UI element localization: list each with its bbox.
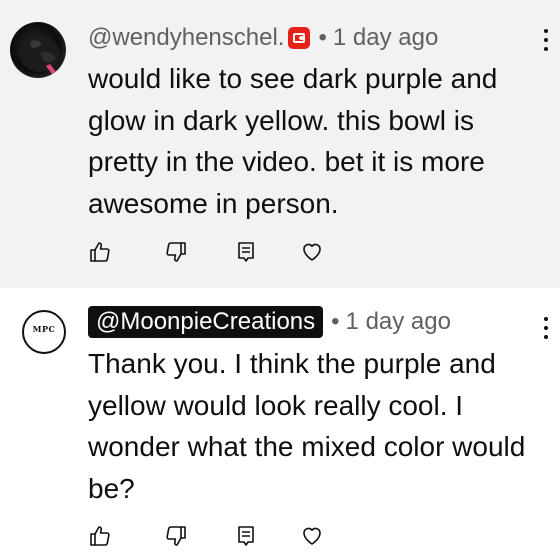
comment-header: @wendyhenschel. • 1 day ago xyxy=(88,18,438,58)
heart-icon[interactable] xyxy=(300,240,324,264)
reply-icon[interactable] xyxy=(234,524,258,548)
like-icon[interactable] xyxy=(88,524,112,548)
reply-icon[interactable] xyxy=(234,240,258,264)
separator: • xyxy=(331,308,340,335)
comment-item: @wendyhenschel. • 1 day ago would like t… xyxy=(0,0,560,288)
separator: • xyxy=(318,24,327,51)
more-options-icon[interactable] xyxy=(538,316,554,340)
comment-text: would like to see dark purple and glow i… xyxy=(88,63,498,219)
dislike-icon[interactable] xyxy=(164,524,188,548)
comment-text: Thank you. I think the purple and yellow… xyxy=(88,348,526,504)
comment-time[interactable]: 1 day ago xyxy=(333,24,438,52)
comment-time[interactable]: 1 day ago xyxy=(346,308,451,336)
dislike-icon[interactable] xyxy=(164,240,188,264)
author-name[interactable]: @MoonpieCreations xyxy=(88,306,324,338)
author-name[interactable]: @wendyhenschel. xyxy=(88,24,284,52)
avatar[interactable] xyxy=(10,22,66,78)
member-badge-icon xyxy=(288,27,311,49)
comment-header: @MoonpieCreations • 1 day ago xyxy=(88,302,451,342)
heart-icon[interactable] xyxy=(300,524,324,548)
avatar-image xyxy=(18,35,60,74)
avatar-text: MPC xyxy=(32,324,56,334)
more-options-icon[interactable] xyxy=(538,28,554,52)
avatar[interactable]: MPC xyxy=(22,310,66,354)
like-icon[interactable] xyxy=(88,240,112,264)
comment-item: MPC @MoonpieCreations • 1 day ago Thank … xyxy=(0,288,560,560)
